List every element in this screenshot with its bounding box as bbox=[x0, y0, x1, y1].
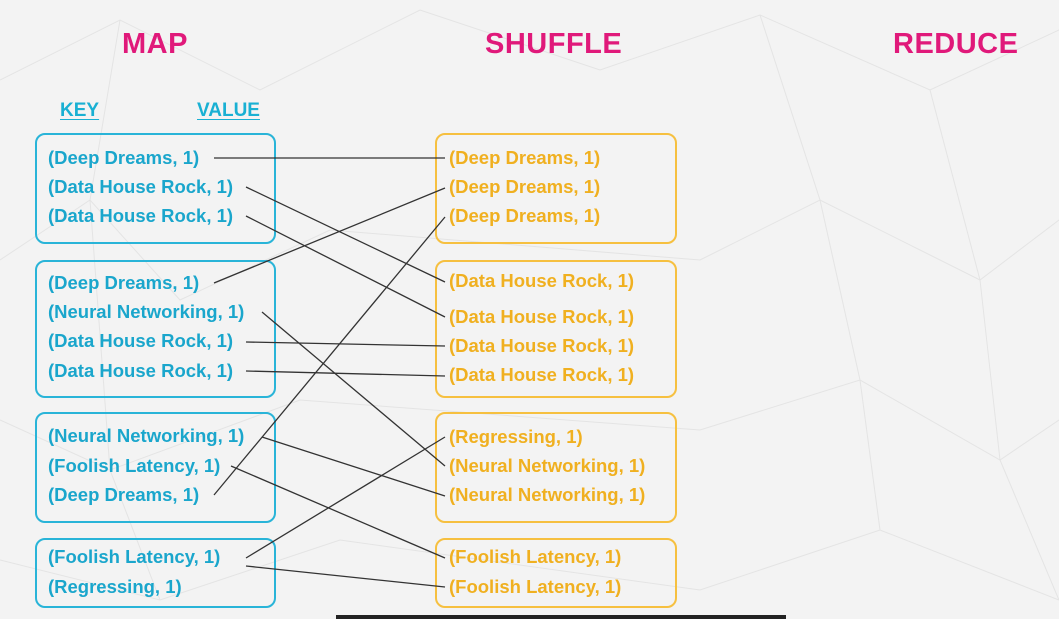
video-progress-strip bbox=[336, 615, 786, 619]
connector-line bbox=[261, 436, 446, 497]
connector-line bbox=[245, 341, 446, 347]
connector-line bbox=[245, 436, 446, 559]
connector-line bbox=[245, 565, 446, 588]
connector-line bbox=[245, 215, 446, 318]
connector-line bbox=[245, 370, 446, 377]
connector-line bbox=[245, 186, 446, 283]
connector-line bbox=[230, 465, 446, 559]
connector-lines bbox=[213, 157, 446, 588]
connector-line bbox=[213, 187, 446, 284]
connector-line bbox=[261, 311, 446, 467]
